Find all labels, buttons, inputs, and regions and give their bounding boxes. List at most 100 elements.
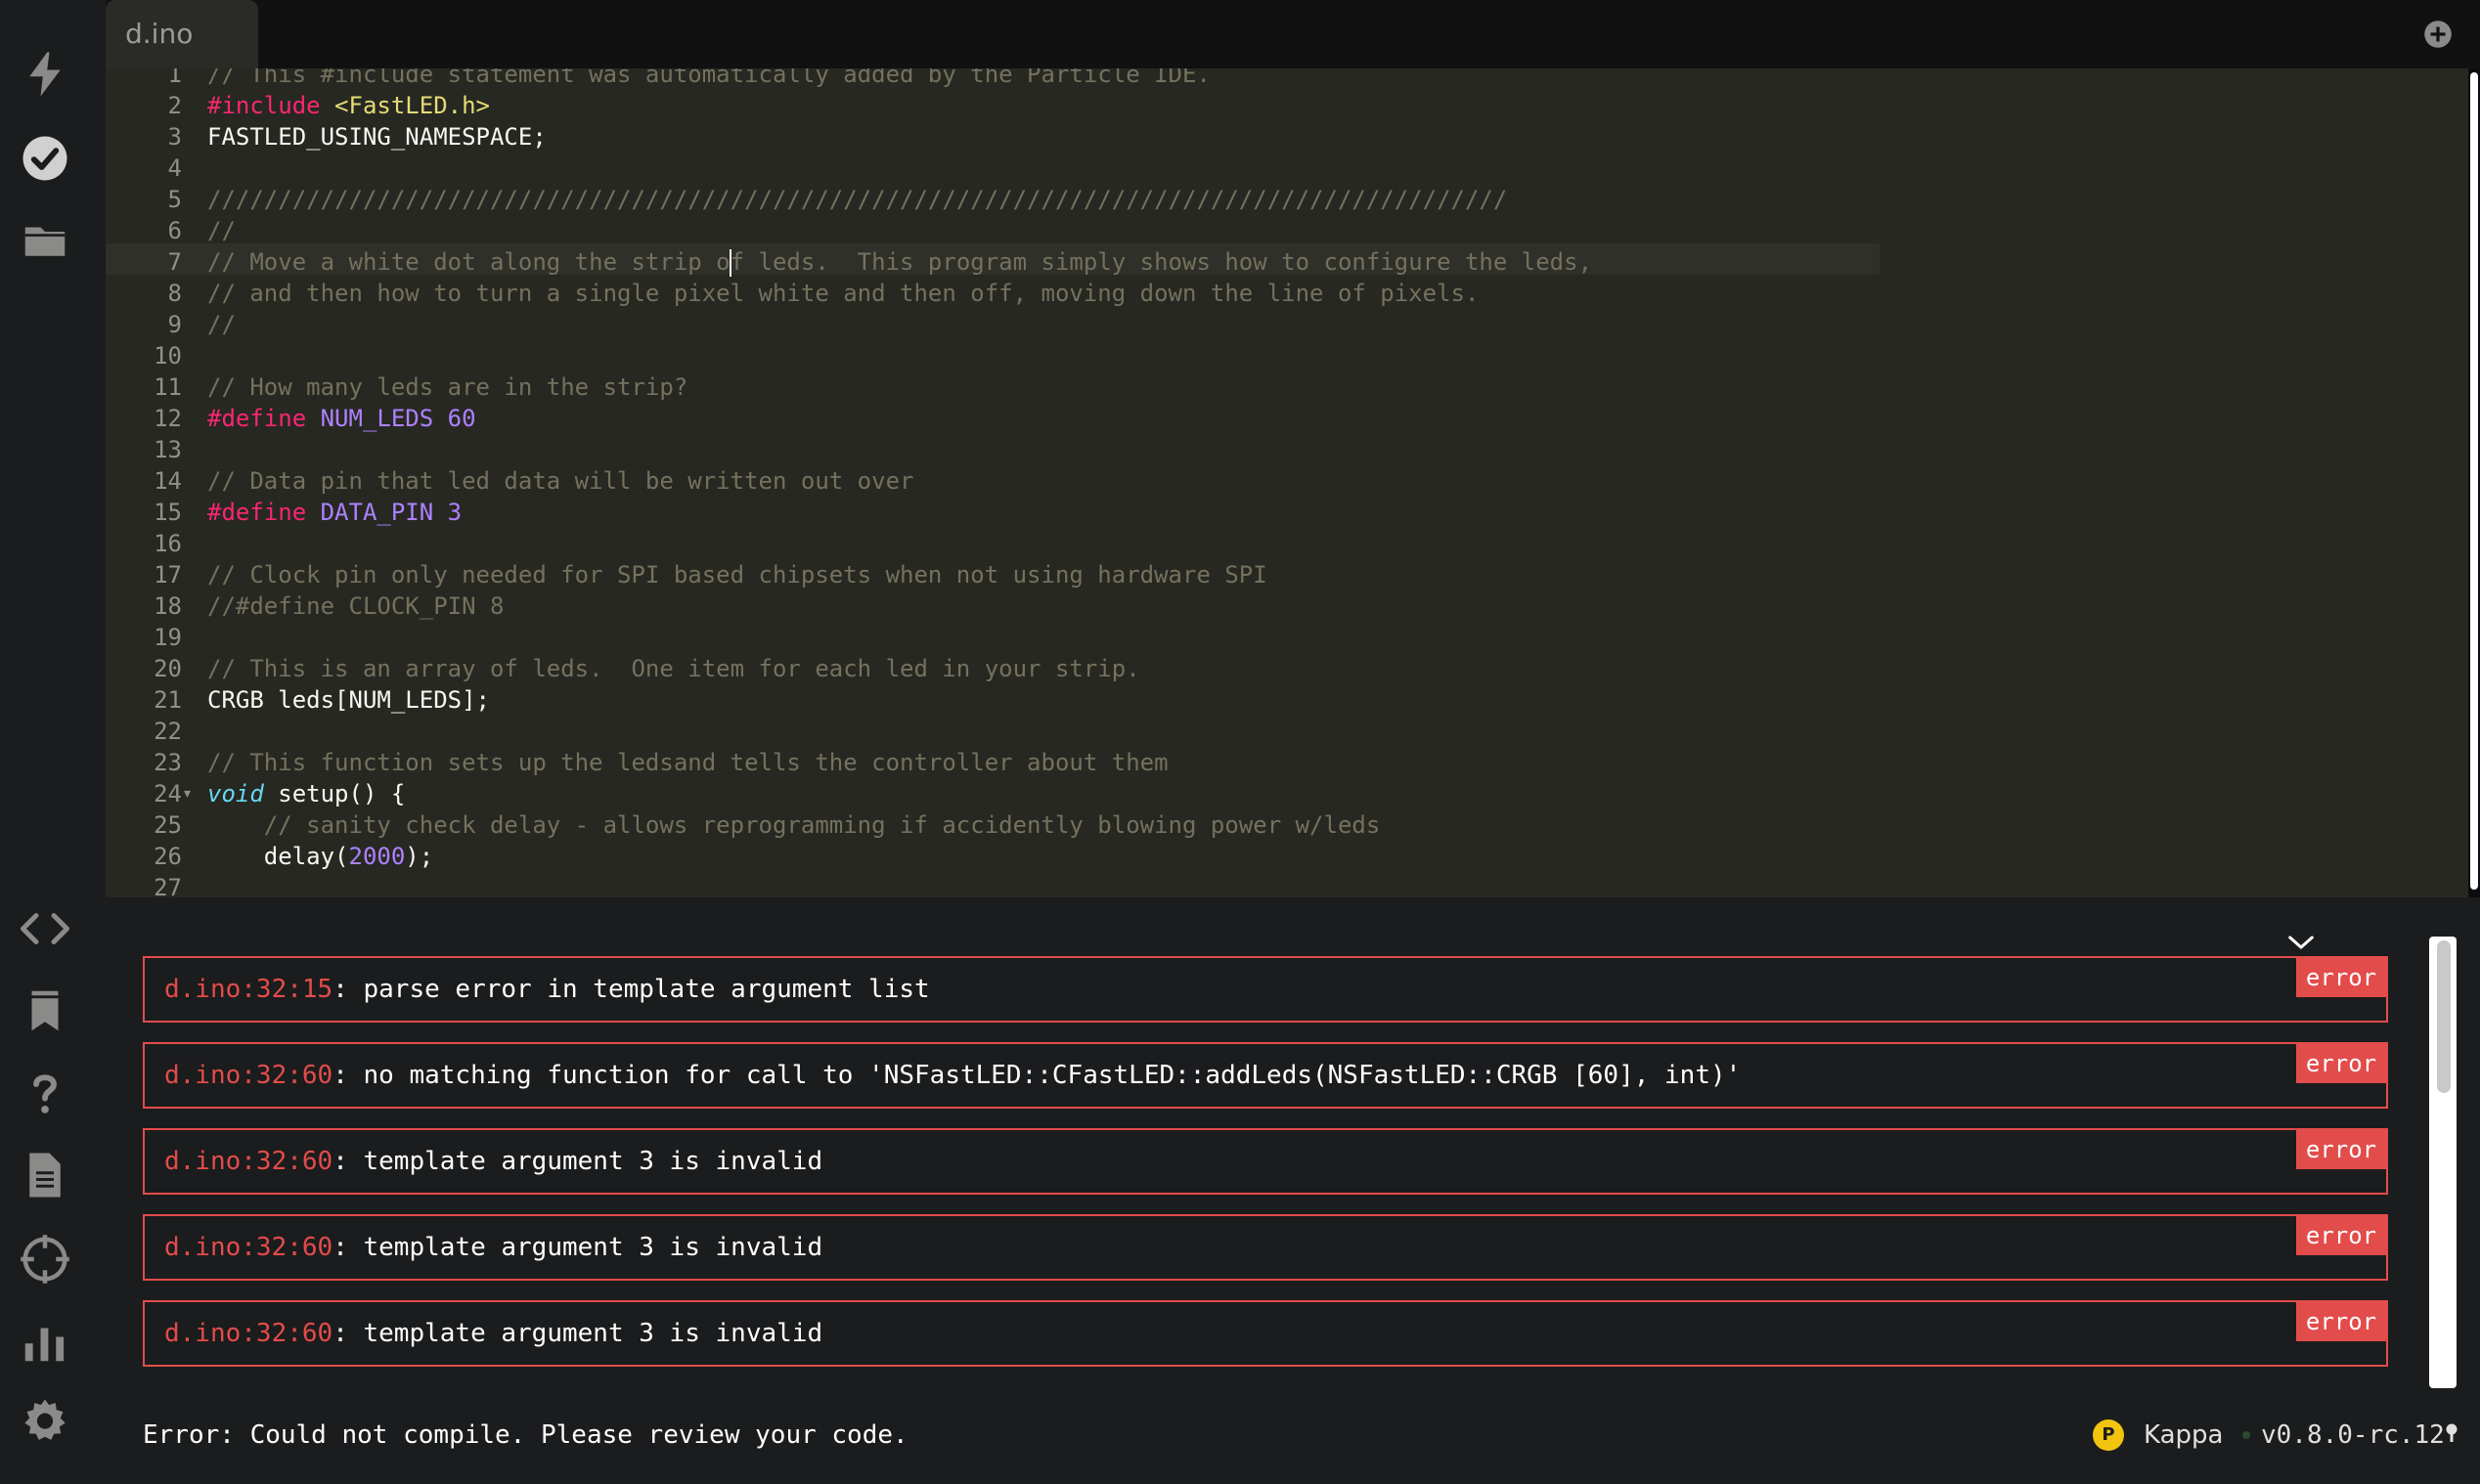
verify-icon[interactable] xyxy=(14,127,76,190)
target-device-selector[interactable]: P Kappa xyxy=(2093,1414,2251,1457)
output-scrollbar[interactable] xyxy=(2429,937,2457,1388)
add-tab-icon[interactable] xyxy=(2423,20,2453,49)
line-number: 11 xyxy=(154,373,182,401)
fold-arrow-icon[interactable]: ▾ xyxy=(184,778,198,809)
error-text: d.ino:32:60: no matching function for ca… xyxy=(164,1044,1741,1107)
error-badge: error xyxy=(2296,1044,2386,1083)
folder-icon-glyph xyxy=(24,227,66,256)
line-number: 27 xyxy=(154,874,182,897)
code-line: // and then how to turn a single pixel w… xyxy=(207,280,1480,307)
line-number: 20 xyxy=(154,655,182,682)
code-line: CRGB leds[NUM_LEDS]; xyxy=(207,686,490,714)
error-item[interactable]: d.ino:32:60: template argument 3 is inva… xyxy=(143,1214,2388,1281)
error-location[interactable]: d.ino:32:60 xyxy=(164,1061,332,1090)
line-number: 19 xyxy=(154,624,182,651)
code-line: // This function sets up the ledsand tel… xyxy=(207,749,1169,776)
code-line: #define DATA_PIN 3 xyxy=(207,497,462,528)
flash-icon-glyph xyxy=(29,52,61,97)
line-number-gutter: 1 2 3 4 5 6 7 8 9 10 11 12 13 14 15 16 1… xyxy=(106,68,203,897)
line-number: 23 xyxy=(154,749,182,776)
code-token-number: 60 xyxy=(447,405,476,432)
editor-scrollbar-thumb[interactable] xyxy=(2470,72,2478,890)
help-icon-glyph xyxy=(33,1074,57,1113)
error-item[interactable]: d.ino:32:60: no matching function for ca… xyxy=(143,1042,2388,1109)
code-token-plain: delay( xyxy=(207,843,349,870)
line-number: 16 xyxy=(154,530,182,557)
error-badge: error xyxy=(2296,958,2386,997)
code-line: // Move a white dot along the strip of l… xyxy=(207,246,1592,278)
code-token-plain: ); xyxy=(405,843,434,870)
error-item[interactable]: d.ino:32:60: template argument 3 is inva… xyxy=(143,1128,2388,1195)
code-token-macro: NUM_LEDS xyxy=(320,405,434,432)
collapse-panel-chevron-icon[interactable] xyxy=(2286,931,2316,954)
code-line: // This is an array of leds. One item fo… xyxy=(207,655,1140,682)
code-token-plain: setup() { xyxy=(263,780,406,807)
error-item[interactable]: d.ino:32:15: parse error in template arg… xyxy=(143,956,2388,1023)
settings-icon[interactable] xyxy=(14,1390,76,1453)
code-icon-glyph xyxy=(21,913,69,944)
error-location[interactable]: d.ino:32:60 xyxy=(164,1233,332,1262)
compile-status-message: Error: Could not compile. Please review … xyxy=(143,1420,908,1450)
verify-icon-glyph xyxy=(22,136,67,181)
editor-scrollbar[interactable] xyxy=(2468,68,2480,897)
line-number: 6 xyxy=(167,217,182,244)
libraries-icon[interactable] xyxy=(14,980,76,1042)
code-icon[interactable] xyxy=(14,897,76,960)
device-status-dot xyxy=(2242,1431,2251,1439)
error-location[interactable]: d.ino:32:60 xyxy=(164,1319,332,1348)
line-number: 17 xyxy=(154,561,182,589)
error-badge: error xyxy=(2296,1130,2386,1169)
line-number: 22 xyxy=(154,718,182,745)
docs-icon[interactable] xyxy=(14,1144,76,1206)
code-token-number: 2000 xyxy=(348,843,406,870)
libraries-icon-glyph xyxy=(31,990,59,1031)
code-line: FASTLED_USING_NAMESPACE; xyxy=(207,123,547,151)
error-message: : parse error in template argument list xyxy=(332,975,930,1004)
line-number: 18 xyxy=(154,592,182,620)
line-number: 13 xyxy=(154,436,182,463)
folder-icon[interactable] xyxy=(14,209,76,272)
line-number: 21 xyxy=(154,686,182,714)
code-line: #define NUM_LEDS 60 xyxy=(207,403,476,434)
code-token-type: void xyxy=(207,780,264,807)
help-icon[interactable] xyxy=(14,1062,76,1124)
code-editor[interactable]: 1 2 3 4 5 6 7 8 9 10 11 12 13 14 15 16 1… xyxy=(106,68,2468,897)
code-token-directive: #define xyxy=(207,405,307,432)
output-scrollbar-thumb[interactable] xyxy=(2437,940,2451,1093)
code-line: // How many leds are in the strip? xyxy=(207,373,688,401)
code-token-header: <FastLED.h> xyxy=(334,92,490,119)
code-line: ////////////////////////////////////////… xyxy=(207,186,1508,213)
error-text: d.ino:32:60: template argument 3 is inva… xyxy=(164,1130,822,1193)
docs-icon-glyph xyxy=(29,1153,61,1198)
line-number: 2 xyxy=(167,92,182,119)
line-number: 15 xyxy=(154,499,182,526)
line-number: 1 xyxy=(167,68,182,88)
error-location[interactable]: d.ino:32:60 xyxy=(164,1147,332,1176)
error-badge: error xyxy=(2296,1302,2386,1341)
console-icon[interactable] xyxy=(14,1310,76,1373)
line-number: 26 xyxy=(154,843,182,870)
tab-d-ino[interactable]: d.ino xyxy=(106,0,258,68)
code-line: void setup() { xyxy=(207,778,405,809)
line-number: 5 xyxy=(167,186,182,213)
firmware-version[interactable]: v0.8.0-rc.12 xyxy=(2261,1414,2445,1457)
device-platform-badge: P xyxy=(2093,1419,2124,1451)
line-number: 25 xyxy=(154,811,182,839)
flash-icon[interactable] xyxy=(14,43,76,106)
code-line: #include <FastLED.h> xyxy=(207,90,490,121)
error-location[interactable]: d.ino:32:15 xyxy=(164,975,332,1004)
pin-icon[interactable] xyxy=(2445,1423,2458,1445)
error-text: d.ino:32:15: parse error in template arg… xyxy=(164,958,930,1021)
code-line: // This #include statement was automatic… xyxy=(207,68,1211,88)
error-text: d.ino:32:60: template argument 3 is inva… xyxy=(164,1302,822,1365)
devices-icon[interactable] xyxy=(14,1228,76,1290)
line-number: 9 xyxy=(167,311,182,338)
console-icon-glyph xyxy=(24,1328,65,1362)
error-text: d.ino:32:60: template argument 3 is inva… xyxy=(164,1216,822,1279)
error-item[interactable]: d.ino:32:60: template argument 3 is inva… xyxy=(143,1300,2388,1367)
error-message: : template argument 3 is invalid xyxy=(332,1233,823,1262)
code-line: // Clock pin only needed for SPI based c… xyxy=(207,561,1267,589)
error-message: : template argument 3 is invalid xyxy=(332,1147,823,1176)
code-token-directive: #define xyxy=(207,499,307,526)
code-token-directive: #include xyxy=(207,92,321,119)
